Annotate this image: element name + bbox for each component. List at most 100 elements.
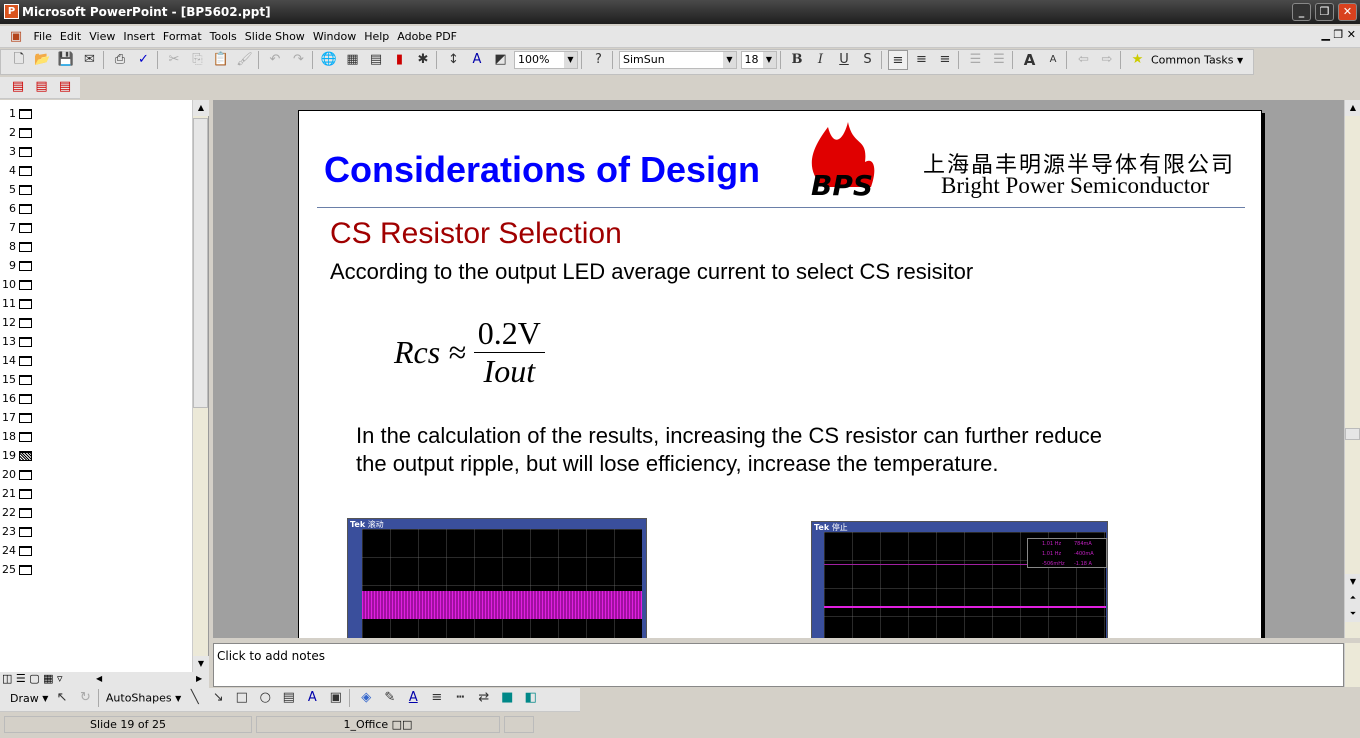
slide-subtitle[interactable]: CS Resistor Selection	[330, 217, 622, 251]
scroll-down-button[interactable]: ▼	[1345, 574, 1360, 590]
draw-menu[interactable]: Draw	[10, 692, 39, 705]
slide-list-item[interactable]: 5	[0, 180, 208, 199]
slide-list-item[interactable]: 2	[0, 123, 208, 142]
zoom-select[interactable]: 100% ▼	[514, 51, 578, 69]
decrease-font-icon[interactable]: A	[1043, 50, 1063, 70]
minimize-button[interactable]: _	[1292, 3, 1311, 21]
paragraph-line-1[interactable]: In the calculation of the results, incre…	[356, 423, 1102, 449]
insert-clipart-icon[interactable]: ▣	[326, 688, 346, 708]
shadow-style-icon[interactable]: ■	[497, 688, 517, 708]
slide-list-item[interactable]: 11	[0, 294, 208, 313]
line-style-icon[interactable]: ≡	[427, 688, 447, 708]
new-slide-icon[interactable]: ✱	[413, 50, 433, 70]
select-objects-icon[interactable]: ↖	[52, 688, 72, 708]
slide-list-item[interactable]: 19	[0, 446, 208, 465]
print-icon[interactable]: ⎙	[110, 50, 130, 70]
font-color-icon[interactable]: A	[403, 688, 423, 708]
scroll-up-button[interactable]: ▲	[193, 100, 209, 116]
paste-icon[interactable]: 📋	[211, 50, 231, 70]
slide-title[interactable]: Considerations of Design	[324, 149, 760, 191]
underline-icon[interactable]: U	[834, 50, 854, 70]
slide-list-item[interactable]: 25	[0, 560, 208, 579]
scroll-up-button[interactable]: ▲	[1345, 100, 1360, 116]
slide-list-item[interactable]: 6	[0, 199, 208, 218]
align-right-icon[interactable]: ≡	[935, 50, 955, 70]
menu-file[interactable]: File	[30, 26, 56, 48]
demote-icon[interactable]: ⇨	[1097, 50, 1117, 70]
spelling-icon[interactable]: ✓	[134, 50, 154, 70]
undo-icon[interactable]: ↶	[265, 50, 285, 70]
scroll-thumb[interactable]	[193, 118, 208, 408]
slide-list-item[interactable]: 16	[0, 389, 208, 408]
restore-button[interactable]: ❐	[1315, 3, 1334, 21]
view-switch-icons[interactable]: ◫ ☰ ▢ ▦ ▿	[0, 672, 63, 685]
menu-adobe-pdf[interactable]: Adobe PDF	[393, 26, 461, 48]
notes-pane[interactable]: Click to add notes	[213, 643, 1344, 687]
new-icon[interactable]: 🗋	[9, 50, 29, 70]
hyperlink-icon[interactable]: 🌐	[319, 50, 339, 70]
promote-icon[interactable]: ⇦	[1074, 50, 1094, 70]
bullets-icon[interactable]: ☰	[989, 50, 1009, 70]
document-window-controls[interactable]: ▁ ❐ ✕	[1321, 28, 1356, 41]
slide-list-item[interactable]: 21	[0, 484, 208, 503]
3d-style-icon[interactable]: ◧	[521, 688, 541, 708]
menu-window[interactable]: Window	[309, 26, 360, 48]
grayscale-icon[interactable]: ◩	[491, 50, 511, 70]
menu-insert[interactable]: Insert	[119, 26, 159, 48]
email-icon[interactable]: ✉	[80, 50, 100, 70]
insert-table-icon[interactable]: ▤	[366, 50, 386, 70]
tables-borders-icon[interactable]: ▦	[343, 50, 363, 70]
slide-list-item[interactable]: 4	[0, 161, 208, 180]
pdf-review-icon[interactable]: ▤	[55, 77, 75, 97]
slide-list-item[interactable]: 13	[0, 332, 208, 351]
format-painter-icon[interactable]: 🖌	[235, 50, 255, 70]
hscroll-left-button[interactable]: ◀	[96, 674, 102, 683]
slide-list-item[interactable]: 24	[0, 541, 208, 560]
open-icon[interactable]: 📂	[33, 50, 53, 70]
arrow-icon[interactable]: ↘	[208, 688, 228, 708]
menu-tools[interactable]: Tools	[206, 26, 241, 48]
bold-icon[interactable]: B	[787, 50, 807, 70]
oval-icon[interactable]: ○	[255, 688, 275, 708]
slide-list-item[interactable]: 8	[0, 237, 208, 256]
line-icon[interactable]: ╲	[185, 688, 205, 708]
common-tasks-button[interactable]: Common Tasks	[1151, 54, 1234, 67]
center-icon[interactable]: ≡	[912, 50, 932, 70]
copy-icon[interactable]: ⎘	[188, 50, 208, 70]
free-rotate-icon[interactable]: ↻	[75, 688, 95, 708]
close-button[interactable]: ✕	[1338, 3, 1357, 21]
font-size-select[interactable]: 18 ▼	[740, 51, 777, 69]
convert-to-pdf-icon[interactable]: ▤	[8, 77, 28, 97]
slide-list-item[interactable]: 12	[0, 313, 208, 332]
slide-list-item[interactable]: 17	[0, 408, 208, 427]
slide-list-item[interactable]: 14	[0, 351, 208, 370]
increase-font-icon[interactable]: A	[1020, 50, 1040, 70]
slide-list-item[interactable]: 18	[0, 427, 208, 446]
save-icon[interactable]: 💾	[56, 50, 76, 70]
slide-list-item[interactable]: 3	[0, 142, 208, 161]
help-icon[interactable]: ?	[589, 50, 609, 70]
notes-scrollbar[interactable]	[1344, 643, 1360, 687]
line-color-icon[interactable]: ✎	[380, 688, 400, 708]
next-slide-button[interactable]: ⏷	[1345, 606, 1360, 622]
common-tasks-star-icon[interactable]: ★	[1128, 50, 1148, 70]
pdf-email-icon[interactable]: ▤	[32, 77, 52, 97]
text-box-icon[interactable]: ▤	[279, 688, 299, 708]
previous-slide-button[interactable]: ⏶	[1345, 590, 1360, 606]
paragraph-line-2[interactable]: the output ripple, but will lose efficie…	[356, 451, 998, 477]
wordart-icon[interactable]: A	[302, 688, 322, 708]
hscroll-right-button[interactable]: ▶	[196, 674, 202, 683]
document-icon[interactable]: ▣	[6, 27, 26, 47]
menu-format[interactable]: Format	[159, 26, 206, 48]
outline-vertical-scrollbar[interactable]: ▲ ▼	[192, 100, 209, 672]
notes-placeholder[interactable]: Click to add notes	[217, 649, 325, 663]
numbering-icon[interactable]: ☰	[966, 50, 986, 70]
menu-help[interactable]: Help	[360, 26, 393, 48]
menu-slide-show[interactable]: Slide Show	[241, 26, 309, 48]
arrow-style-icon[interactable]: ⇄	[474, 688, 494, 708]
scroll-down-button[interactable]: ▼	[193, 656, 209, 672]
redo-icon[interactable]: ↷	[289, 50, 309, 70]
slide-list-item[interactable]: 15	[0, 370, 208, 389]
shadow-icon[interactable]: S	[858, 50, 878, 70]
slide-list-item[interactable]: 1	[0, 104, 208, 123]
